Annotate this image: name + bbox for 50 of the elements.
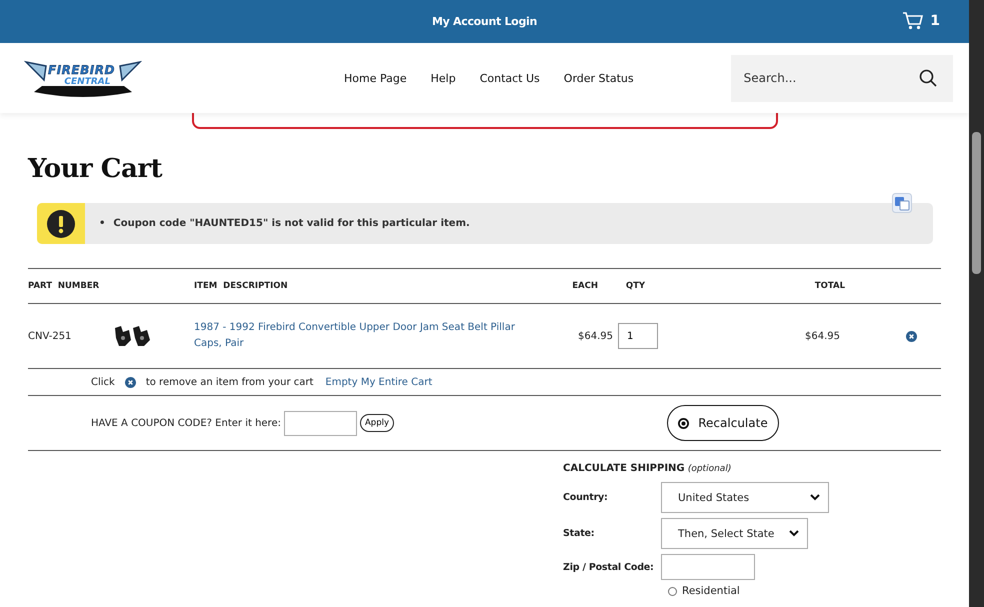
logo-text: FIREBIRD CENTRAL bbox=[48, 64, 115, 88]
field-label: State: bbox=[563, 528, 596, 539]
radio-label: Residential bbox=[682, 585, 740, 597]
field-label: Zip / Postal Code: bbox=[563, 562, 655, 572]
quantity-field[interactable]: 1 bbox=[618, 323, 658, 349]
empty-cart-link[interactable]: Empty My Entire Cart bbox=[325, 376, 432, 388]
product-thumbnail[interactable] bbox=[113, 324, 153, 348]
dropdown[interactable]: Then, Select State bbox=[661, 518, 808, 549]
translate-icon[interactable] bbox=[892, 193, 912, 213]
text-field[interactable] bbox=[661, 554, 755, 580]
part-number: CNV-251 bbox=[28, 330, 72, 342]
scrollbar[interactable] bbox=[969, 0, 984, 607]
hint-text: to remove an item from your cart bbox=[146, 376, 314, 388]
nav-link[interactable]: Order Status bbox=[564, 72, 634, 84]
search-box[interactable]: Search... bbox=[730, 54, 953, 102]
column-header: TOTAL bbox=[814, 281, 845, 291]
nav-link[interactable]: Help bbox=[430, 72, 456, 84]
chevron-icon bbox=[810, 494, 820, 501]
alert-message: Coupon code "HAUNTED15" is not valid for this particular item. bbox=[113, 216, 470, 230]
search-icon[interactable] bbox=[918, 69, 937, 87]
column-header: QTY bbox=[624, 281, 646, 291]
product-link[interactable]: 1987 - 1992 Firebird Convertible Upper Door Jam Seat Belt Pillar Caps, Pair bbox=[194, 320, 524, 352]
coupon-label: HAVE A COUPON CODE? Enter it here: bbox=[91, 418, 281, 428]
remove-icon bbox=[124, 376, 136, 388]
cart-icon bbox=[902, 12, 924, 30]
unit-price: $64.95 bbox=[577, 330, 613, 342]
coupon-field[interactable] bbox=[284, 410, 357, 436]
dropdown[interactable]: United States bbox=[661, 482, 829, 513]
radio-dot-icon bbox=[678, 418, 690, 428]
column-header: PART NUMBER bbox=[28, 281, 100, 291]
remove-icon[interactable] bbox=[906, 330, 917, 342]
warning-icon bbox=[47, 210, 75, 238]
radio-button[interactable] bbox=[668, 586, 677, 596]
search-field[interactable]: Search... bbox=[744, 70, 919, 86]
apply-button[interactable]: Apply bbox=[360, 414, 394, 432]
line-total: $64.95 bbox=[804, 330, 840, 342]
hint-text: Click bbox=[91, 376, 115, 388]
recalculate-button[interactable]: Recalculate bbox=[666, 405, 779, 441]
page-title: Your Cart bbox=[28, 153, 162, 185]
nav-link[interactable]: Home Page bbox=[344, 72, 407, 84]
bullet: • bbox=[99, 216, 106, 230]
logo[interactable]: FIREBIRD CENTRAL bbox=[24, 56, 144, 100]
column-header: EACH bbox=[571, 281, 598, 291]
account-login-link[interactable]: My Account Login bbox=[432, 15, 538, 28]
chevron-icon bbox=[789, 530, 799, 537]
column-header: ITEM DESCRIPTION bbox=[194, 281, 289, 291]
cart-button[interactable]: 1 bbox=[902, 12, 940, 30]
nav-link[interactable]: Contact Us bbox=[480, 72, 540, 84]
field-label: Country: bbox=[563, 492, 609, 503]
shipping-title: CALCULATE SHIPPING (optional) bbox=[563, 463, 732, 474]
